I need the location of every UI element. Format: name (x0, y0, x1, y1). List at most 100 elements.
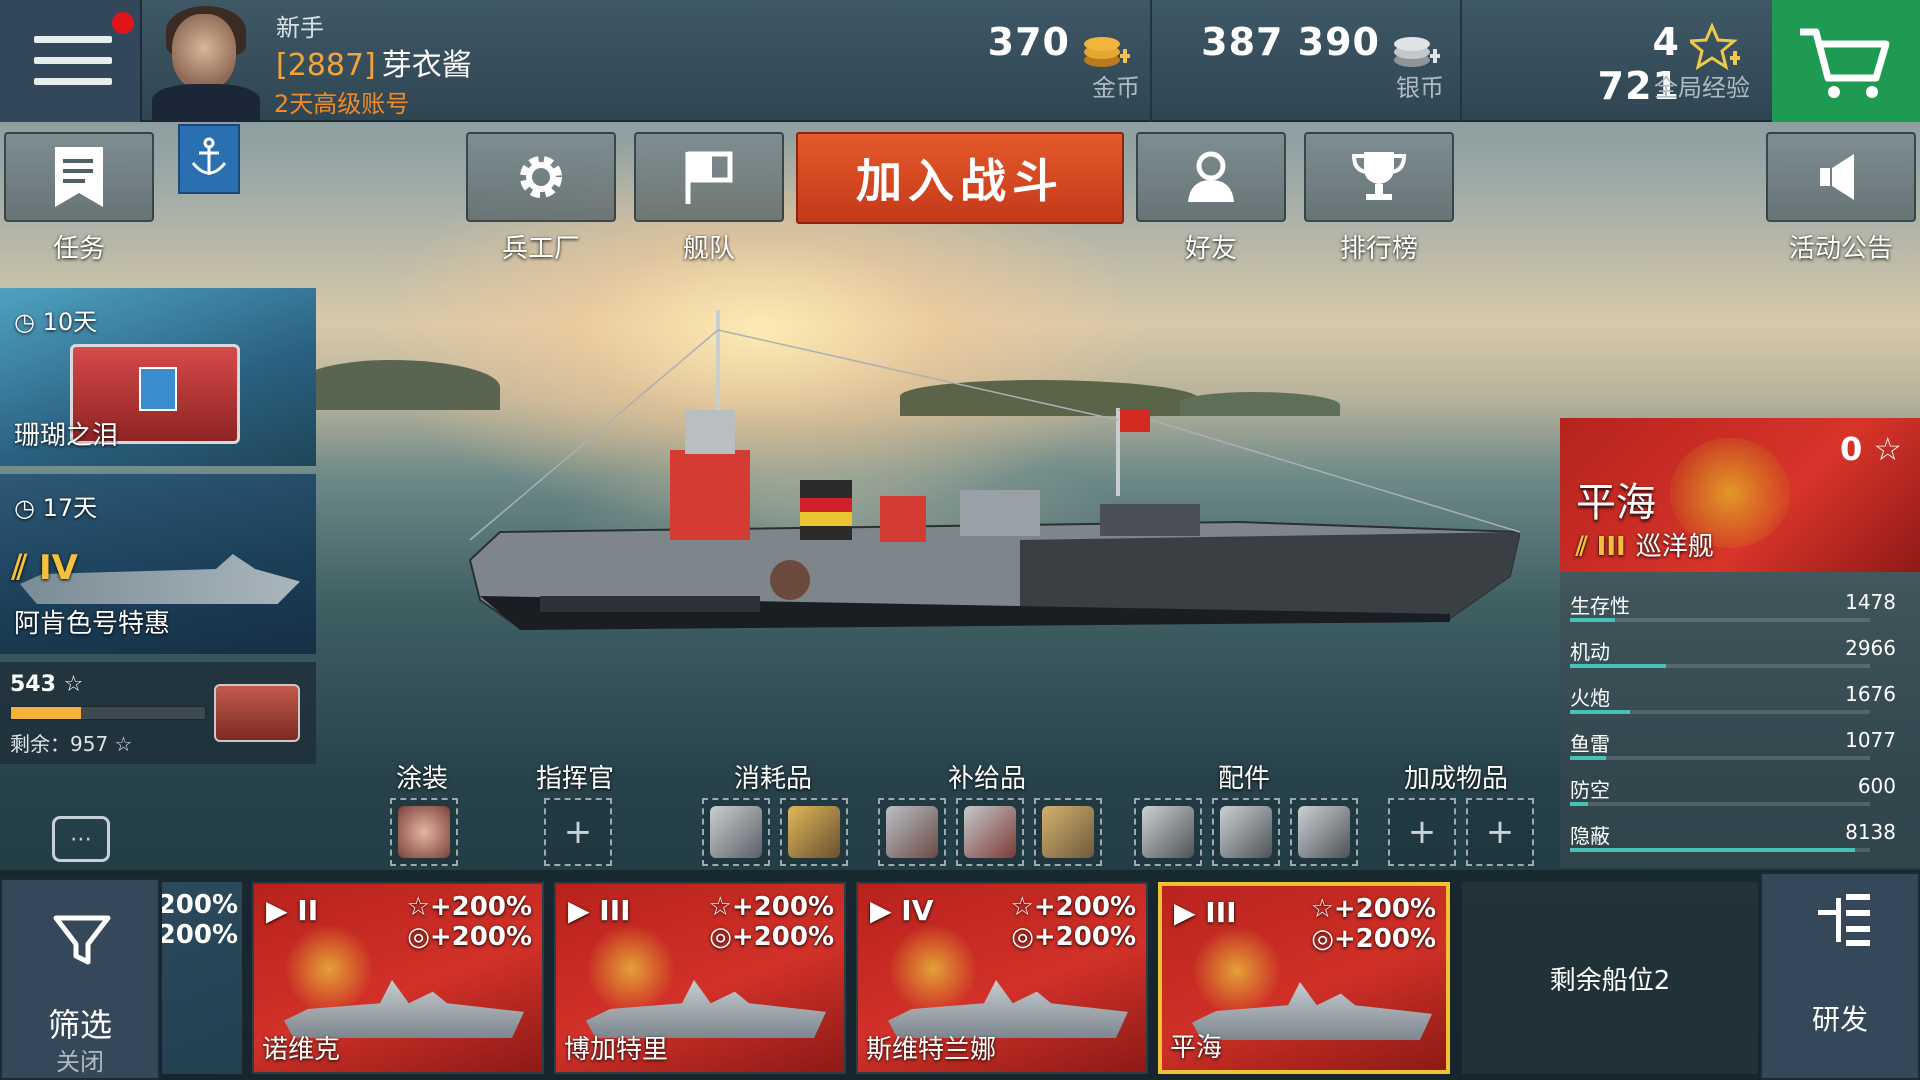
camouflage-slot[interactable] (390, 798, 458, 866)
ship-stat-row: 火炮 1676 (1570, 676, 1910, 722)
armory-label: 兵工厂 (501, 234, 580, 264)
camouflage-label: 涂装 (396, 764, 449, 794)
ship-type-icon: ▶ (870, 894, 902, 927)
main-menu-button[interactable] (0, 0, 142, 122)
player-rank: 新手 (276, 14, 324, 42)
ship-bonus-xp: +200% (429, 892, 532, 922)
menu-icon-bar (34, 57, 112, 64)
commander-avatar[interactable] (146, 6, 264, 122)
nation-emblem (284, 924, 374, 1014)
ship-stat-row: 鱼雷 1077 (1570, 722, 1910, 768)
ship-stat-bar (1570, 664, 1870, 668)
ship-stat-bar (1570, 848, 1870, 852)
ship-card-tier: III (599, 894, 631, 927)
clock-icon: ◷ (14, 308, 43, 336)
ship-card-tier: III (1205, 896, 1237, 929)
nation-emblem (888, 924, 978, 1014)
missions-button[interactable] (4, 132, 154, 222)
ship-xp: 0 (1840, 430, 1863, 468)
ship-stat-value: 1478 (1845, 590, 1896, 614)
fleet-label: 舰队 (682, 234, 735, 264)
ship-stat-row: 生存性 1478 (1570, 584, 1910, 630)
module-slot-1[interactable] (1134, 798, 1202, 866)
announcements-button[interactable] (1766, 132, 1916, 222)
ship-stat-name: 隐蔽 (1570, 824, 1610, 848)
ship-stat-bar (1570, 710, 1870, 714)
module-slot-2[interactable] (1212, 798, 1280, 866)
ship-bonus-credits: +200% (1333, 924, 1436, 954)
ship-card[interactable]: ▶ III ☆+200% ◎+200% 博加特里 (554, 882, 846, 1074)
leaderboard-label: 排行榜 (1339, 234, 1418, 264)
consumable-slot-2[interactable] (780, 798, 848, 866)
player-name[interactable]: [2887] 芽衣酱 (276, 40, 472, 84)
modules-label: 配件 (1218, 764, 1271, 794)
supply-slot-3[interactable] (1034, 798, 1102, 866)
booster-slot-2[interactable]: + (1466, 798, 1534, 866)
ship-stat-bar (1570, 756, 1870, 760)
missions-icon (55, 147, 103, 207)
silver-add-icon[interactable] (1390, 22, 1444, 74)
chat-button[interactable]: ⋯ (52, 816, 110, 862)
supply-icon (886, 806, 938, 858)
silver-amount: 387 390 (1201, 20, 1380, 64)
xp-progress-panel: 543 ☆ 剩余：957 ☆ (0, 662, 316, 764)
supply-slot-2[interactable] (956, 798, 1024, 866)
premium-status[interactable]: 2天高级账号 (274, 84, 409, 119)
ship-type-icon: ▶ (1174, 896, 1206, 929)
ship-card-partial[interactable]: +200% +200% (162, 882, 242, 1074)
coin-icon: ◎ (1011, 922, 1034, 952)
friends-label: 好友 (1184, 234, 1237, 264)
fleet-button[interactable] (634, 132, 784, 222)
port-anchor-tab[interactable] (178, 124, 240, 194)
shopping-cart-icon (1800, 28, 1890, 98)
missions-label: 任务 (52, 234, 105, 264)
leaderboard-button[interactable] (1304, 132, 1454, 222)
star-icon: ☆ (114, 732, 133, 756)
booster-slot-1[interactable]: + (1388, 798, 1456, 866)
ship-card[interactable]: ▶ II ☆+200% ◎+200% 诺维克 (252, 882, 544, 1074)
reward-chest-button[interactable] (214, 684, 300, 742)
xp-progress-fill (11, 707, 81, 719)
research-button[interactable] (1760, 872, 1920, 1080)
module-slot-3[interactable] (1290, 798, 1358, 866)
ship-card[interactable]: ▶ IV ☆+200% ◎+200% 斯维特兰娜 (856, 882, 1148, 1074)
friends-button[interactable] (1136, 132, 1286, 222)
promo-timer: 10天 (42, 308, 98, 336)
announcements-label: 活动公告 (1788, 234, 1893, 264)
player-nickname: 芽衣酱 (381, 48, 472, 83)
ship-bonus-xp: +200% (1333, 894, 1436, 924)
ship-card-name: 平海 (1170, 1033, 1223, 1063)
top-bar: 新手 [2887] 芽衣酱 2天高级账号 370 金币 387 390 银币 4 … (0, 0, 1920, 122)
silver-currency: 387 390 (1200, 0, 1380, 122)
join-battle-button[interactable]: 加入战斗 (796, 132, 1124, 224)
ship-card[interactable]: ▶ III ☆+200% ◎+200% 平海 (1158, 882, 1450, 1074)
ship-stat-bar (1570, 802, 1870, 806)
commander-slot[interactable]: + (544, 798, 612, 866)
xp-progress-value: 543 (10, 672, 56, 697)
star-icon: ☆ (708, 892, 732, 922)
ship-stat-bar-fill (1570, 848, 1855, 852)
ship-bonus-credits: +200% (429, 922, 532, 952)
global-xp-add-icon[interactable] (1690, 22, 1744, 74)
xp-remaining: 剩余：957 (10, 732, 109, 756)
supply-slot-1[interactable] (878, 798, 946, 866)
gold-add-icon[interactable] (1080, 22, 1134, 74)
add-icon: + (1485, 812, 1515, 852)
consumable-slot-1[interactable] (702, 798, 770, 866)
research-label: 研发 (1811, 1003, 1868, 1036)
remaining-ship-slots[interactable]: 剩余船位2 (1462, 882, 1758, 1074)
ship-stat-value: 2966 (1845, 636, 1896, 660)
promo-coral-tears[interactable]: ◷ 10天 珊瑚之泪 (0, 288, 316, 466)
shop-button[interactable] (1772, 0, 1920, 122)
main-ship-model[interactable] (460, 300, 1520, 650)
premium-ship-icon: ⫽ (1576, 532, 1597, 562)
ship-stat-row: 防空 600 (1570, 768, 1910, 814)
ship-tier: III (1596, 532, 1626, 562)
star-icon: ☆ (1010, 892, 1034, 922)
ship-bonus-xp: +200% (1033, 892, 1136, 922)
ship-bonus-credits: +200% (1033, 922, 1136, 952)
ship-stat-bar (1570, 618, 1870, 622)
ship-stat-value: 1676 (1845, 682, 1896, 706)
armory-button[interactable] (466, 132, 616, 222)
ship-stat-bar-fill (1570, 710, 1630, 714)
